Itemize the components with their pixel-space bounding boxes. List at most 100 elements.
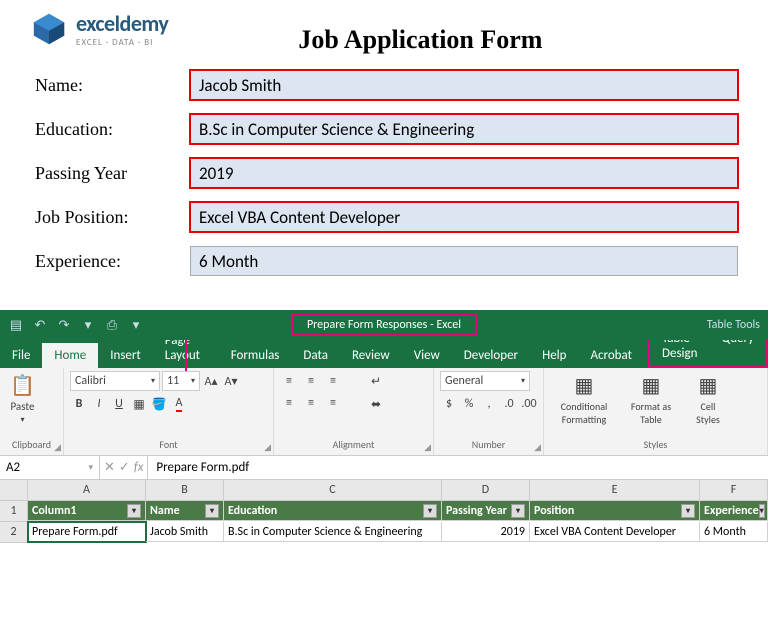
align-center-icon[interactable]: ≡ — [302, 393, 320, 413]
align-right-icon[interactable]: ≡ — [324, 393, 342, 413]
table-header-cell[interactable]: Education▾ — [224, 501, 442, 521]
window-title: Prepare Form Responses - Excel — [291, 314, 477, 336]
table-header-cell[interactable]: Column1▾ — [28, 501, 146, 521]
font-name-value: Calibri — [75, 374, 106, 388]
tab-home[interactable]: Home — [42, 343, 98, 368]
cell[interactable]: Excel VBA Content Developer — [530, 522, 700, 542]
tab-insert[interactable]: Insert — [98, 343, 153, 368]
filter-dropdown-icon[interactable]: ▾ — [205, 504, 219, 518]
undo-icon[interactable]: ↶ — [32, 317, 48, 333]
row-header[interactable]: 2 — [0, 522, 28, 543]
filter-dropdown-icon[interactable]: ▾ — [681, 504, 695, 518]
cond-fmt-label: Conditional Formatting — [554, 400, 614, 426]
redo-icon[interactable]: ↷ — [56, 317, 72, 333]
col-header[interactable]: C — [224, 480, 442, 500]
table-header-cell[interactable]: Experience▾ — [700, 501, 768, 521]
cell[interactable]: B.Sc in Computer Science & Engineering — [224, 522, 442, 542]
cell[interactable]: Prepare Form.pdf — [28, 522, 146, 542]
tab-formulas[interactable]: Formulas — [219, 343, 292, 368]
conditional-formatting-button[interactable]: ▦Conditional Formatting — [550, 371, 618, 428]
align-left-icon[interactable]: ≡ — [280, 393, 298, 413]
save-icon[interactable]: ▤ — [8, 317, 24, 333]
align-bottom-icon[interactable]: ≡ — [324, 371, 342, 391]
cell[interactable]: Jacob Smith — [146, 522, 224, 542]
align-middle-icon[interactable]: ≡ — [302, 371, 320, 391]
col-header[interactable]: A — [28, 480, 146, 500]
qat-icon[interactable]: ⎙ — [104, 317, 120, 333]
name-box[interactable]: A2▾ — [0, 456, 100, 479]
font-size-value: 11 — [167, 374, 179, 388]
fmt-table-label: Format as Table — [626, 400, 676, 426]
merge-button[interactable]: ⬌ — [356, 394, 396, 414]
dialog-launcher-icon[interactable]: ◢ — [54, 442, 61, 453]
qat-customize-icon[interactable]: ▾ — [128, 317, 144, 333]
col-header[interactable]: F — [700, 480, 768, 500]
font-name-combo[interactable]: Calibri▾ — [70, 371, 160, 391]
qat-icon[interactable]: ▾ — [80, 317, 96, 333]
filter-dropdown-icon[interactable]: ▾ — [127, 504, 141, 518]
percent-icon[interactable]: % — [460, 394, 478, 414]
font-size-combo[interactable]: 11▾ — [162, 371, 200, 391]
enter-icon[interactable]: ✓ — [119, 460, 130, 475]
row-header[interactable]: 1 — [0, 501, 28, 522]
ribbon: 📋Paste▾ Clipboard ◢ Calibri▾ 11▾ A▴ A▾ B… — [0, 368, 768, 456]
shrink-font-icon[interactable]: A▾ — [222, 371, 240, 391]
cell[interactable]: 2019 — [442, 522, 530, 542]
dialog-launcher-icon[interactable]: ◢ — [534, 442, 541, 453]
logo-icon — [30, 10, 68, 48]
tab-acrobat[interactable]: Acrobat — [578, 343, 644, 368]
border-button[interactable]: ▦ — [130, 394, 148, 414]
decrease-decimal-icon[interactable]: .00 — [520, 394, 538, 414]
label-education: Education: — [30, 119, 170, 140]
paste-button[interactable]: 📋Paste▾ — [6, 371, 39, 427]
underline-button[interactable]: U — [110, 394, 128, 414]
number-format-combo[interactable]: General▾ — [440, 371, 530, 391]
grow-font-icon[interactable]: A▴ — [202, 371, 220, 391]
wrap-text-button[interactable]: ↵ — [356, 371, 396, 391]
cancel-icon[interactable]: ✕ — [104, 460, 115, 475]
table-header-cell[interactable]: Position▾ — [530, 501, 700, 521]
dialog-launcher-icon[interactable]: ◢ — [264, 442, 271, 453]
tab-data[interactable]: Data — [291, 343, 340, 368]
tab-developer[interactable]: Developer — [452, 343, 530, 368]
tab-help[interactable]: Help — [530, 343, 578, 368]
filter-dropdown-icon[interactable]: ▾ — [759, 504, 765, 518]
select-all-corner[interactable] — [0, 480, 28, 500]
number-format-value: General — [445, 374, 483, 388]
bold-button[interactable]: B — [70, 394, 88, 414]
paste-label: Paste — [10, 400, 34, 413]
cell-styles-button[interactable]: ▦Cell Styles — [684, 371, 732, 428]
label-position: Job Position: — [30, 207, 170, 228]
font-color-button[interactable]: A — [170, 394, 188, 414]
input-name[interactable]: Jacob Smith — [190, 70, 738, 100]
table-header-cell[interactable]: Passing Year▾ — [442, 501, 530, 521]
filter-dropdown-icon[interactable]: ▾ — [511, 504, 525, 518]
col-header[interactable]: B — [146, 480, 224, 500]
input-education[interactable]: B.Sc in Computer Science & Engineering — [190, 114, 738, 144]
formula-input[interactable]: Prepare Form.pdf — [148, 456, 768, 479]
tab-view[interactable]: View — [402, 343, 452, 368]
fx-icon[interactable]: fx — [134, 460, 144, 475]
input-passing-year[interactable]: 2019 — [190, 158, 738, 188]
table-tools-label: Table Tools — [707, 318, 760, 332]
quick-access-toolbar: ▤ ↶ ↷ ▾ ⎙ ▾ — [8, 317, 144, 333]
input-experience[interactable]: 6 Month — [190, 246, 738, 276]
filter-dropdown-icon[interactable]: ▾ — [423, 504, 437, 518]
table-header-cell[interactable]: Name▾ — [146, 501, 224, 521]
cell[interactable]: 6 Month — [700, 522, 768, 542]
dialog-launcher-icon[interactable]: ◢ — [424, 442, 431, 453]
italic-button[interactable]: I — [90, 394, 108, 414]
align-top-icon[interactable]: ≡ — [280, 371, 298, 391]
col-header[interactable]: E — [530, 480, 700, 500]
tab-review[interactable]: Review — [340, 343, 402, 368]
group-number: Number — [440, 438, 537, 453]
tab-file[interactable]: File — [0, 343, 42, 368]
fill-color-button[interactable]: 🪣 — [150, 394, 168, 414]
currency-icon[interactable]: $ — [440, 394, 458, 414]
comma-icon[interactable]: , — [480, 394, 498, 414]
format-as-table-button[interactable]: ▦Format as Table — [622, 371, 680, 428]
input-position[interactable]: Excel VBA Content Developer — [190, 202, 738, 232]
increase-decimal-icon[interactable]: .0 — [500, 394, 518, 414]
col-header[interactable]: D — [442, 480, 530, 500]
label-name: Name: — [30, 75, 170, 96]
